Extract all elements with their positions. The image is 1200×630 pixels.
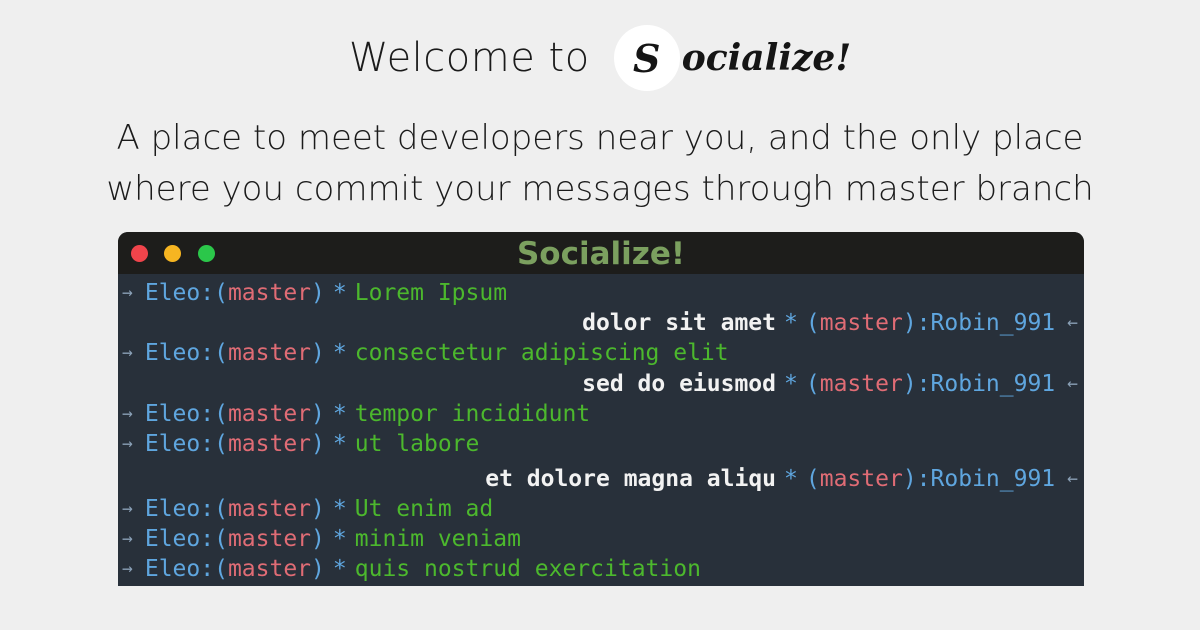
open-paren: (: [805, 466, 820, 492]
right-arrow-icon: →: [122, 282, 133, 303]
incoming-message-line: dolor sit amet * (master): Robin_991 ←: [118, 308, 1084, 338]
sender-name: Eleo: [144, 340, 201, 366]
asterisk-icon: *: [332, 401, 347, 427]
colon-paren: :(: [200, 340, 228, 366]
sender-name: Eleo: [144, 526, 201, 552]
asterisk-icon: *: [784, 466, 798, 492]
brand-name: ocialize!: [681, 37, 852, 79]
message-text: ut labore: [354, 431, 480, 457]
close-paren: ): [311, 280, 325, 306]
sender-name: Robin_991: [930, 466, 1056, 492]
left-arrow-icon: ←: [1067, 468, 1078, 489]
branch-name: master: [227, 526, 312, 552]
message-text: minim veniam: [354, 526, 521, 552]
right-arrow-icon: →: [122, 528, 133, 549]
tagline-line-1: A place to meet developers near you, and…: [116, 118, 1084, 158]
message-text: sed do eiusmod: [582, 371, 777, 397]
right-arrow-icon: →: [122, 403, 133, 424]
colon-paren: :(: [200, 401, 228, 427]
incoming-message-line: et dolore magna aliqu * (master): Robin_991…: [118, 464, 1084, 494]
terminal-window: Socialize! → Eleo:(master) * Lorem Ipsum dol…: [118, 232, 1084, 586]
right-arrow-icon: →: [122, 433, 133, 454]
sender-name: Eleo: [144, 401, 201, 427]
outgoing-message-line: → Eleo:(master) * quis nostrud exercitation: [118, 554, 1084, 584]
branch-name: master: [819, 310, 903, 336]
brand-logo: S ocialize!: [613, 25, 852, 91]
asterisk-icon: *: [332, 496, 347, 522]
incoming-message-line: sed do eiusmod * (master): Robin_991 ←: [118, 369, 1084, 399]
open-paren: (: [805, 310, 820, 336]
close-paren: ): [311, 401, 325, 427]
close-paren-colon: ):: [902, 310, 931, 336]
message-text: Lorem Ipsum: [354, 280, 508, 306]
close-paren-colon: ):: [902, 466, 931, 492]
close-paren-colon: ):: [902, 371, 931, 397]
terminal-titlebar: Socialize!: [118, 232, 1084, 274]
branch-name: master: [227, 401, 312, 427]
welcome-text: Welcome to: [348, 35, 590, 81]
message-text: dolor sit amet: [582, 310, 777, 336]
branch-name: master: [227, 340, 312, 366]
branch-name: master: [227, 496, 312, 522]
close-paren: ): [311, 556, 325, 582]
branch-name: master: [227, 431, 312, 457]
close-paren: ): [311, 526, 325, 552]
asterisk-icon: *: [784, 371, 798, 397]
message-text: et dolore magna aliqu: [485, 466, 777, 492]
close-paren: ): [311, 340, 325, 366]
outgoing-message-line: → Eleo:(master) * consectetur adipiscing el…: [118, 338, 1084, 368]
colon-paren: :(: [200, 526, 228, 552]
branch-name: master: [227, 280, 312, 306]
branch-name: master: [227, 556, 312, 582]
colon-paren: :(: [200, 496, 228, 522]
sender-name: Robin_991: [930, 310, 1056, 336]
asterisk-icon: *: [784, 310, 798, 336]
right-arrow-icon: →: [122, 498, 133, 519]
right-arrow-icon: →: [122, 342, 133, 363]
outgoing-message-line: → Eleo:(master) * Lorem Ipsum: [118, 278, 1084, 308]
open-paren: (: [805, 371, 820, 397]
tagline: A place to meet developers near you, and…: [0, 113, 1200, 215]
outgoing-message-line: → Eleo:(master) * tempor incididunt: [118, 399, 1084, 429]
outgoing-message-line: → Eleo:(master) * minim veniam: [118, 524, 1084, 554]
colon-paren: :(: [200, 280, 228, 306]
branch-name: master: [819, 371, 903, 397]
sender-name: Eleo: [144, 431, 201, 457]
welcome-header: Welcome to S ocialize!: [0, 22, 1200, 94]
outgoing-message-line: → Eleo:(master) * ut labore: [118, 429, 1084, 459]
sender-name: Eleo: [144, 556, 201, 582]
message-text: quis nostrud exercitation: [354, 556, 701, 582]
sender-name: Eleo: [144, 280, 201, 306]
right-arrow-icon: →: [122, 558, 133, 579]
message-text: Ut enim ad: [354, 496, 494, 522]
terminal-title: Socialize!: [516, 236, 685, 272]
asterisk-icon: *: [332, 340, 347, 366]
asterisk-icon: *: [332, 526, 347, 552]
colon-paren: :(: [200, 556, 228, 582]
tagline-line-2: where you commit your messages through m…: [106, 169, 1094, 209]
message-text: consectetur adipiscing elit: [354, 340, 729, 366]
close-paren: ): [311, 496, 325, 522]
colon-paren: :(: [200, 431, 228, 457]
message-text: tempor incididunt: [354, 401, 591, 427]
close-paren: ): [311, 431, 325, 457]
sender-name: Eleo: [144, 496, 201, 522]
asterisk-icon: *: [332, 280, 347, 306]
asterisk-icon: *: [332, 431, 347, 457]
outgoing-message-line: → Eleo:(master) * Ut enim ad: [118, 494, 1084, 524]
brand-badge: S: [613, 25, 680, 91]
branch-name: master: [819, 466, 903, 492]
sender-name: Robin_991: [930, 371, 1056, 397]
left-arrow-icon: ←: [1067, 312, 1078, 333]
left-arrow-icon: ←: [1067, 373, 1078, 394]
asterisk-icon: *: [332, 556, 347, 582]
